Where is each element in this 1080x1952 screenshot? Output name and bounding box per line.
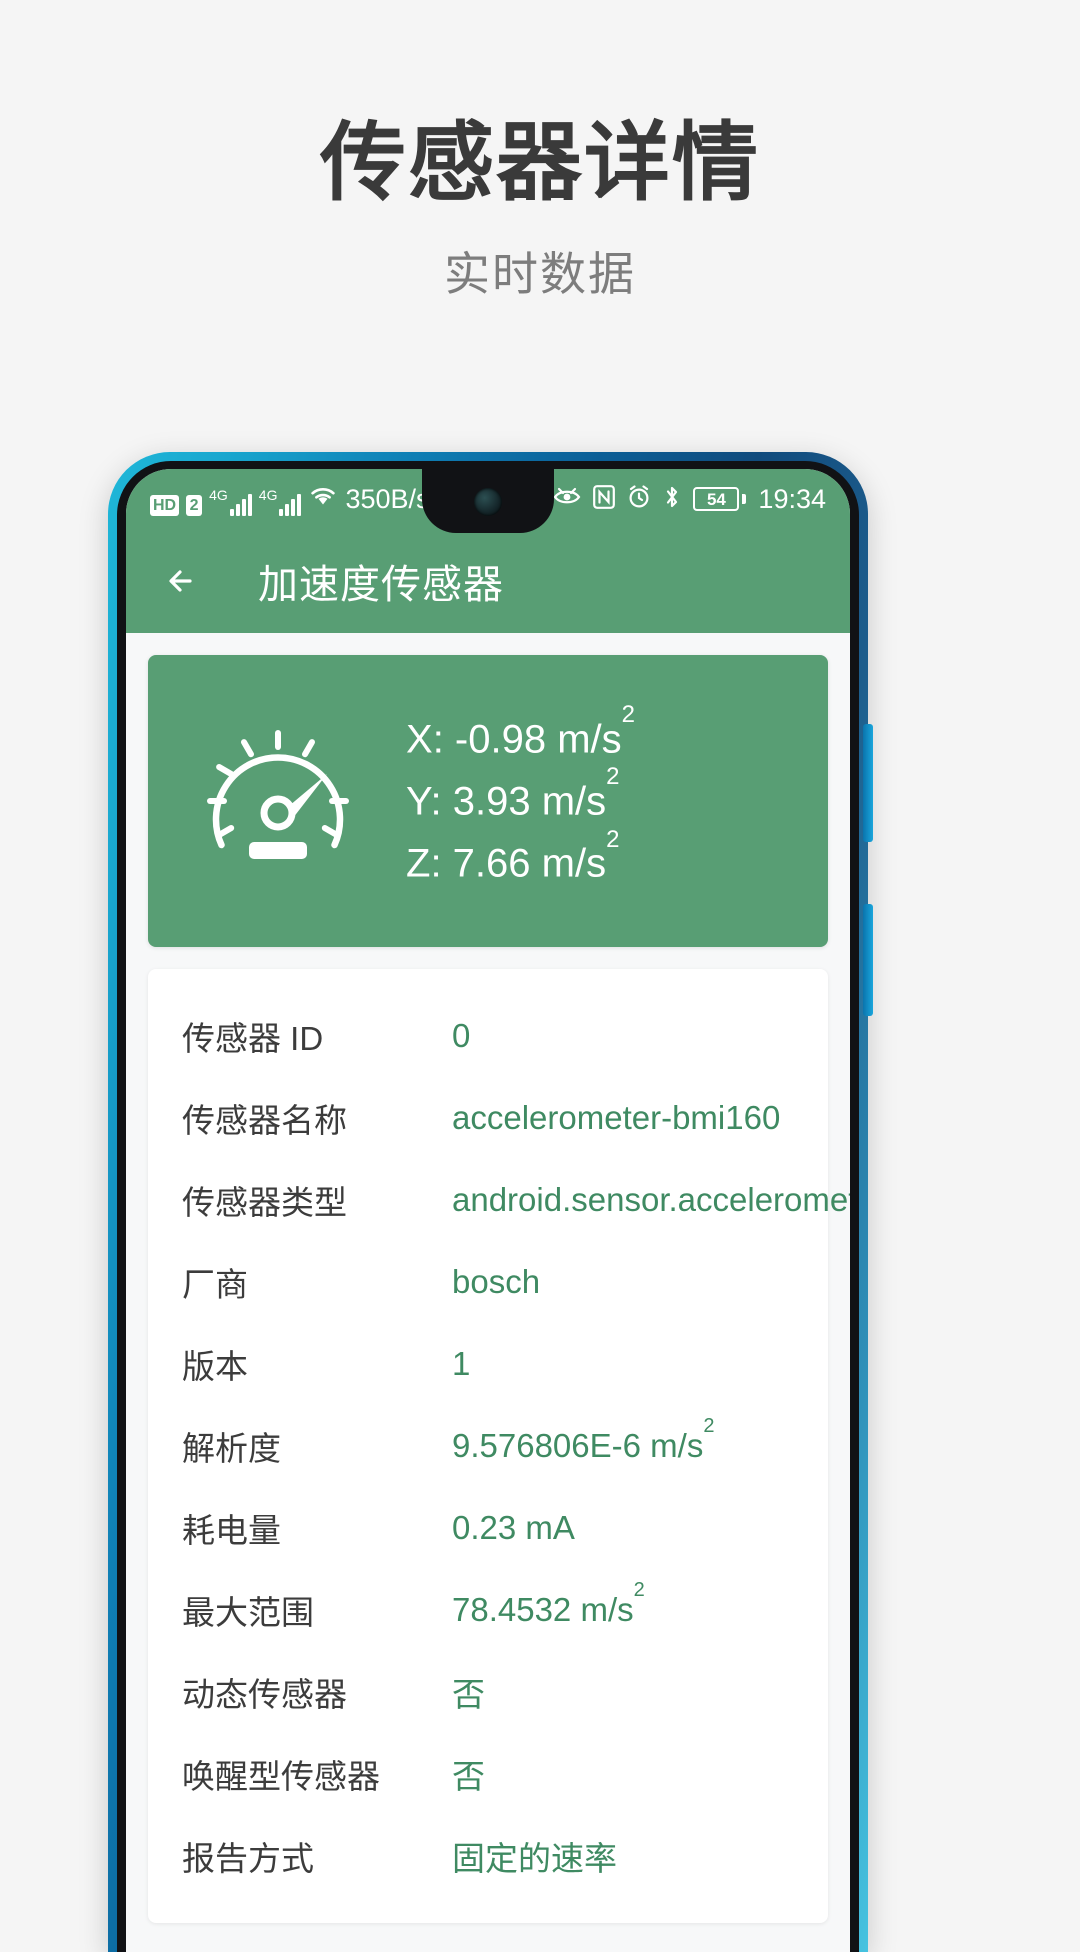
info-row-label: 解析度 <box>182 1430 281 1467</box>
info-row: 报告方式 固定的速率 <box>148 1815 828 1897</box>
info-row-label: 厂商 <box>182 1266 248 1303</box>
network-speed-label: 350B/s <box>345 484 430 514</box>
sensor-reading-card: X: -0.98 m/s2 Y: 3.93 m/s2 Z: 7.66 m/s2 <box>148 655 828 947</box>
info-row-label: 传感器类型 <box>182 1184 347 1221</box>
front-camera-icon <box>474 488 502 516</box>
info-row: 传感器类型 android.sensor.accelerometer <box>148 1159 850 1241</box>
promo-header: 传感器详情 实时数据 <box>0 0 1080 440</box>
info-row-value: 0 <box>452 1017 471 1054</box>
info-row: 传感器 ID 0 <box>148 995 828 1077</box>
axis-readings: X: -0.98 m/s2 Y: 3.93 m/s2 Z: 7.66 m/s2 <box>406 700 636 886</box>
sim-slot-icon: 2 <box>186 495 203 516</box>
app-bar: 加速度传感器 <box>126 529 850 633</box>
info-row-value-exponent: 2 <box>633 1579 645 1601</box>
status-bar-left: HD 2 4G 4G 350B/s <box>150 482 430 516</box>
info-row-label: 版本 <box>182 1348 248 1385</box>
info-row-label: 传感器名称 <box>182 1102 347 1139</box>
info-row: 厂商 bosch <box>148 1241 828 1323</box>
battery-level-label: 54 <box>706 489 726 509</box>
info-row-label: 动态传感器 <box>182 1676 347 1713</box>
back-arrow-icon[interactable] <box>160 558 206 604</box>
info-row-value: 0.23 mA <box>452 1509 575 1546</box>
info-row-label: 最大范围 <box>182 1594 314 1631</box>
speedometer-icon <box>194 717 362 885</box>
reading-line: Z: 7.66 m/s2 <box>406 825 620 886</box>
info-row-value: android.sensor.accelerometer <box>452 1181 850 1218</box>
signal-bars-sim2: 4G <box>259 488 302 516</box>
info-row-label: 传感器 ID <box>182 1020 324 1057</box>
info-row: 动态传感器 否 <box>148 1651 828 1733</box>
info-row-value: 固定的速率 <box>452 1840 617 1877</box>
info-row-label: 耗电量 <box>182 1512 281 1549</box>
battery-icon: 54 <box>693 487 747 511</box>
network-type-label-2: 4G <box>258 487 278 503</box>
info-row-value-exponent: 2 <box>703 1415 715 1437</box>
info-row: 版本 1 <box>148 1323 828 1405</box>
status-bar-right: 54 19:34 <box>553 483 826 514</box>
power-button[interactable] <box>863 724 873 842</box>
page-title: 传感器详情 <box>320 115 760 211</box>
info-row-value: bosch <box>452 1263 541 1300</box>
nfc-icon <box>593 484 616 514</box>
reading-line: Y: 3.93 m/s2 <box>406 763 620 824</box>
camera-notch <box>422 469 554 533</box>
hd-icon: HD <box>150 495 180 516</box>
info-row-value: accelerometer-bmi160 <box>452 1099 781 1136</box>
eye-comfort-icon <box>553 486 581 513</box>
info-row-value: 1 <box>452 1345 471 1382</box>
info-row-label: 报告方式 <box>182 1840 314 1877</box>
app-bar-title: 加速度传感器 <box>258 563 504 607</box>
info-row-label: 唤醒型传感器 <box>182 1758 380 1795</box>
reading-line: X: -0.98 m/s2 <box>406 700 636 761</box>
signal-bars-sim1: 4G <box>209 488 252 516</box>
clock-label: 19:34 <box>758 483 826 514</box>
info-row: 最大范围 78.4532 m/s2 <box>148 1569 828 1651</box>
sensor-info-card: 传感器 ID 0 传感器名称 accelerometer-bmi160 传感器类型 and… <box>148 969 850 1923</box>
alarm-icon <box>627 484 651 514</box>
info-row-value: 否 <box>452 1676 485 1713</box>
info-row: 传感器名称 accelerometer-bmi160 <box>148 1077 828 1159</box>
info-row-value: 78.4532 m/s2 <box>452 1579 645 1628</box>
wifi-icon <box>308 484 338 513</box>
screen-content: X: -0.98 m/s2 Y: 3.93 m/s2 Z: 7.66 m/s2 … <box>126 633 850 1952</box>
page-subtitle: 实时数据 <box>444 248 636 301</box>
info-row-value: 9.576806E-6 m/s2 <box>452 1415 715 1464</box>
bluetooth-icon <box>663 485 681 514</box>
info-row-value: 否 <box>452 1758 485 1795</box>
status-bar: HD 2 4G 4G 350B/s 54 19:34 <box>126 469 850 533</box>
volume-button[interactable] <box>863 904 873 1016</box>
phone-mockup: HD 2 4G 4G 350B/s 54 19:34 加速度传感器 X: -0.… <box>108 452 873 1952</box>
phone-screen: HD 2 4G 4G 350B/s 54 19:34 加速度传感器 X: -0.… <box>126 469 850 1952</box>
info-row: 解析度 9.576806E-6 m/s2 <box>148 1405 828 1487</box>
network-type-label-1: 4G <box>209 487 228 503</box>
info-row: 唤醒型传感器 否 <box>148 1733 828 1815</box>
info-row: 耗电量 0.23 mA <box>148 1487 828 1569</box>
